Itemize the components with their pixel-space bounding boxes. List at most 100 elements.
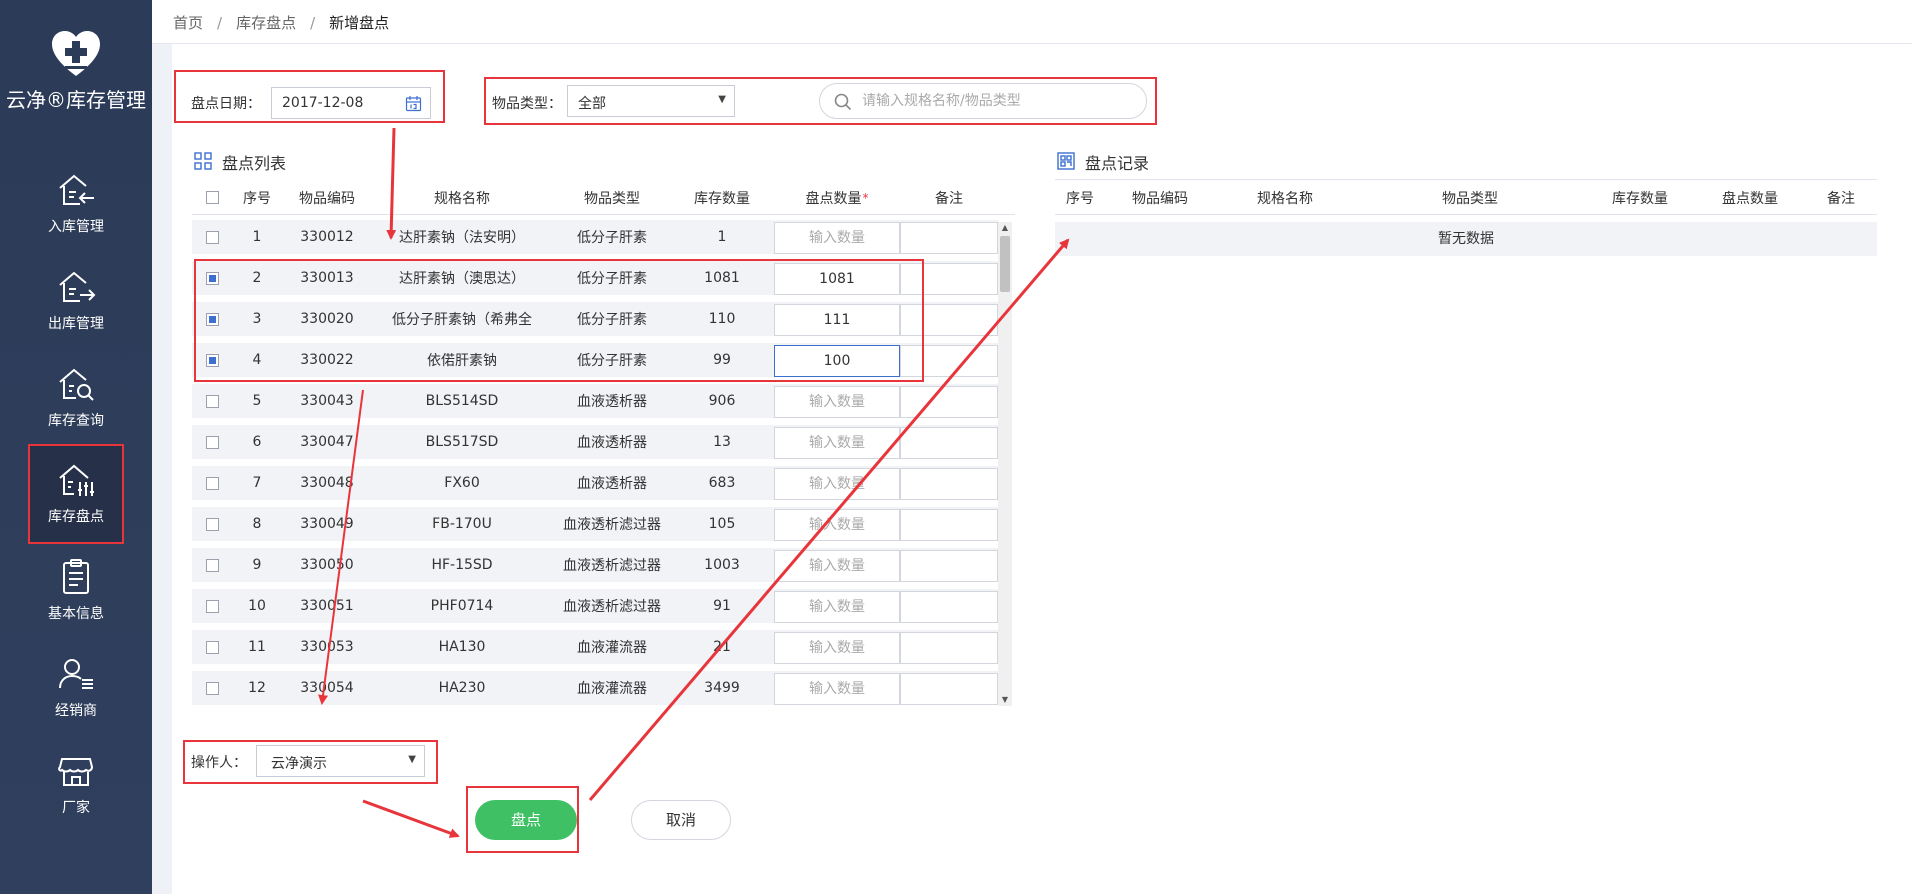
qty-input[interactable] <box>774 509 900 541</box>
inbound-house-icon <box>59 174 94 205</box>
row-checkbox[interactable] <box>205 230 219 244</box>
nav-item-basic-info[interactable]: 基本信息 <box>30 543 122 639</box>
cell-no: 12 <box>248 680 266 696</box>
note-input[interactable] <box>900 591 998 623</box>
cell-stock: 91 <box>713 598 731 614</box>
nav-label: 库存盘点 <box>48 509 104 525</box>
records-header-qty: 盘点数量 <box>1722 190 1778 207</box>
note-input[interactable] <box>900 386 998 418</box>
brand: 云净®库存管理 <box>0 0 152 140</box>
type-select[interactable]: 全部 ▼ <box>567 85 735 117</box>
note-input[interactable] <box>900 632 998 664</box>
heart-cross-logo-icon <box>52 31 100 76</box>
records-header-no: 序号 <box>1066 190 1094 207</box>
brand-title: 云净®库存管理 <box>6 88 146 112</box>
cell-type: 血液透析滤过器 <box>563 599 661 615</box>
cell-type: 血液透析器 <box>577 435 647 451</box>
note-input[interactable] <box>900 509 998 541</box>
row-checkbox[interactable] <box>205 517 219 531</box>
table-row: 8 330049 FB-170U 血液透析滤过器 105 <box>192 505 998 546</box>
nav-item-stock-count[interactable]: 库存盘点 <box>28 444 124 544</box>
cell-name: HA130 <box>438 639 486 655</box>
list-header: 序号 物品编码 规格名称 物品类型 库存数量 盘点数量 * 备注 <box>192 181 1015 215</box>
cell-name: PHF0714 <box>430 598 494 614</box>
operator-select[interactable]: 云净演示 ▼ <box>256 745 425 777</box>
qty-input[interactable] <box>774 550 900 582</box>
scroll-thumb[interactable] <box>1000 236 1010 292</box>
row-checkbox[interactable] <box>205 435 219 449</box>
row-checkbox[interactable] <box>205 640 219 654</box>
note-input[interactable] <box>900 468 998 500</box>
row-checkbox[interactable] <box>205 599 219 613</box>
cell-stock: 683 <box>708 475 736 491</box>
qty-input[interactable] <box>774 632 900 664</box>
cell-stock: 21 <box>713 639 731 655</box>
date-field[interactable]: 2017-12-08 <box>271 87 431 119</box>
qty-input[interactable] <box>774 222 900 254</box>
records-header-note: 备注 <box>1827 190 1855 207</box>
chevron-down-icon: ▼ <box>408 754 416 765</box>
date-value: 2017-12-08 <box>282 95 364 111</box>
type-value: 全部 <box>578 96 606 112</box>
row-checkbox[interactable] <box>205 394 219 408</box>
qty-input[interactable] <box>774 468 900 500</box>
row-select-cell <box>192 628 232 666</box>
cell-code: 330043 <box>300 393 354 409</box>
nav-item-stock-query[interactable]: 库存查询 <box>30 350 122 446</box>
breadcrumb-home[interactable]: 首页 <box>173 14 203 32</box>
list-scrollbar[interactable]: ▲ ▼ <box>998 222 1012 706</box>
qty-input[interactable] <box>774 591 900 623</box>
note-input[interactable] <box>900 222 998 254</box>
records-header-stock: 库存数量 <box>1612 190 1668 207</box>
chevron-down-icon: ▼ <box>718 94 726 105</box>
scroll-up-icon[interactable]: ▲ <box>998 222 1012 234</box>
row-select-cell <box>192 669 232 707</box>
row-select-cell <box>192 218 232 256</box>
select-all-checkbox[interactable] <box>205 191 219 204</box>
table-row: 1 330012 达肝素钠（法安明） 低分子肝素 1 <box>192 218 998 259</box>
cell-code: 330012 <box>300 229 354 245</box>
scroll-down-icon[interactable]: ▼ <box>998 694 1012 706</box>
cell-no: 9 <box>252 557 262 573</box>
note-input[interactable] <box>900 673 998 705</box>
nav-item-outbound[interactable]: 出库管理 <box>30 253 122 349</box>
cell-stock: 1 <box>717 229 727 245</box>
records-header-name: 规格名称 <box>1257 190 1313 207</box>
topbar: 首页 / 库存盘点 / 新增盘点 <box>152 0 1912 44</box>
table-row: 10 330051 PHF0714 血液透析滤过器 91 <box>192 587 998 628</box>
header-code: 物品编码 <box>299 190 355 207</box>
nav-item-manufacturer[interactable]: 厂家 <box>30 737 122 833</box>
cell-name: FX60 <box>444 475 480 491</box>
row-select-cell <box>192 423 232 461</box>
breadcrumb-current: 新增盘点 <box>329 14 390 32</box>
cell-name: HA230 <box>438 680 486 696</box>
nav-item-dealer[interactable]: 经销商 <box>30 640 122 736</box>
breadcrumb: 首页 / 库存盘点 / 新增盘点 <box>173 12 389 33</box>
records-header-type: 物品类型 <box>1442 190 1498 207</box>
cell-stock: 13 <box>713 434 731 450</box>
row-checkbox[interactable] <box>205 476 219 490</box>
sidebar: 云净®库存管理 入库管理 出库管理 库存查询 库存盘点 基本信息 经销商 厂家 <box>0 0 152 894</box>
select-all-cell <box>192 181 232 214</box>
nav-label: 厂家 <box>62 800 90 816</box>
header-name: 规格名称 <box>434 190 490 207</box>
qr-record-icon <box>1057 152 1075 170</box>
count-submit-button[interactable]: 盘点 <box>475 800 577 840</box>
cancel-button[interactable]: 取消 <box>631 800 731 840</box>
search-box[interactable] <box>819 83 1147 119</box>
qty-input[interactable] <box>774 386 900 418</box>
note-input[interactable] <box>900 550 998 582</box>
records-divider <box>1055 179 1877 180</box>
nav-item-inbound[interactable]: 入库管理 <box>30 156 122 252</box>
required-mark: * <box>862 190 869 205</box>
note-input[interactable] <box>900 427 998 459</box>
row-select-cell <box>192 587 232 625</box>
breadcrumb-parent[interactable]: 库存盘点 <box>236 14 296 32</box>
qty-input[interactable] <box>774 673 900 705</box>
calendar-icon[interactable] <box>405 95 422 112</box>
row-checkbox[interactable] <box>205 558 219 572</box>
row-checkbox[interactable] <box>205 681 219 695</box>
search-input[interactable] <box>862 90 1142 112</box>
header-note: 备注 <box>935 190 963 207</box>
qty-input[interactable] <box>774 427 900 459</box>
